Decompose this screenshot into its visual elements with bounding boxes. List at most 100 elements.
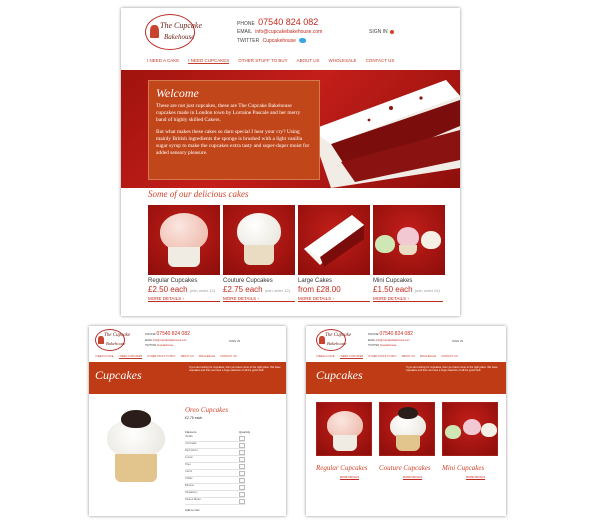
product-card-couture[interactable]: Couture Cupcakes £2.75 each (min order 1…: [223, 205, 295, 302]
nav-item-other[interactable]: OTHER STUFF TO BUY: [147, 355, 175, 359]
phone-label: PHONE: [145, 332, 156, 336]
more-details-link[interactable]: MORE DETAILS: [403, 476, 423, 480]
product-card-mini[interactable]: Mini Cupcakes £1.50 each (min order 24) …: [373, 205, 445, 302]
flavour-row: Red Velvet: [185, 449, 245, 456]
product-card-large[interactable]: Large Cakes from £28.00 MORE DETAILS ›: [298, 205, 370, 302]
site-logo[interactable]: The Cupcake Bakehouse: [316, 329, 351, 351]
more-details-link[interactable]: MORE DETAILS: [466, 476, 486, 480]
quantity-input[interactable]: [239, 436, 245, 441]
more-details-label[interactable]: MORE DETAILS: [373, 296, 406, 301]
site-logo[interactable]: The Cupcake Bakehouse: [145, 14, 202, 50]
flavour-name: Coffee: [185, 477, 193, 480]
nav-item-about[interactable]: ABOUT US: [297, 58, 320, 64]
email-link[interactable]: info@cupcakebakehouse.com: [153, 339, 187, 342]
twitter-label: TWITTER: [237, 38, 260, 44]
phone-number[interactable]: 07540 824 082: [258, 17, 318, 27]
signin-link[interactable]: SIGN IN: [369, 29, 395, 35]
nav-item-cake[interactable]: I NEED A CAKE: [95, 355, 114, 359]
nav-item-cake[interactable]: I NEED A CAKE: [316, 355, 335, 359]
site-logo[interactable]: The Cupcake Bakehouse: [95, 329, 130, 351]
nav-item-about[interactable]: ABOUT US: [181, 355, 194, 359]
more-details-link[interactable]: MORE DETAILS ›: [223, 296, 295, 302]
signin-label[interactable]: SIGN IN: [452, 339, 463, 343]
quantity-input[interactable]: [239, 457, 245, 462]
main-nav: I NEED A CAKE I NEED CUPCAKES OTHER STUF…: [147, 58, 394, 64]
product-card-regular[interactable]: Regular Cupcakes £2.50 each (min order 1…: [148, 205, 220, 302]
quantity-input[interactable]: [239, 450, 245, 455]
twitter-link[interactable]: Cupcakehouse: [263, 38, 296, 44]
phone-line: PHONE 07540 824 082: [368, 331, 413, 337]
nav-item-cupcakes[interactable]: I NEED CUPCAKES: [188, 58, 230, 64]
listing-image-mini[interactable]: [442, 402, 498, 456]
more-details-link[interactable]: MORE DETAILS ›: [373, 296, 443, 302]
listing-image-couture[interactable]: [379, 402, 435, 456]
listing-name: Couture Cupcakes: [379, 464, 431, 472]
nav-item-contact[interactable]: CONTACT US: [441, 355, 458, 359]
email-label: EMAIL: [368, 339, 376, 342]
signin-link[interactable]: SIGN IN: [452, 339, 463, 343]
listing-name: Regular Cupcakes: [316, 464, 368, 472]
logo-text-line2: Bakehouse: [327, 341, 347, 346]
nav-item-wholesale[interactable]: WHOLESALE: [199, 355, 215, 359]
twitter-link[interactable]: Cupcakehouse: [157, 344, 174, 347]
nav-item-wholesale[interactable]: WHOLESALE: [329, 58, 357, 64]
nav-item-cake[interactable]: I NEED A CAKE: [147, 58, 179, 64]
category-description: If you are looking for cupcakes, then yo…: [406, 366, 498, 373]
nav-item-other[interactable]: OTHER STUFF TO BUY: [368, 355, 396, 359]
twitter-bird-icon[interactable]: [299, 38, 307, 44]
product-image-regular[interactable]: [148, 205, 220, 275]
nav-item-other[interactable]: OTHER STUFF TO BUY: [238, 58, 287, 64]
twitter-link[interactable]: Cupcakehouse: [380, 344, 397, 347]
flavour-row: Carrot: [185, 470, 245, 477]
product-image-large[interactable]: [298, 205, 370, 275]
more-details-label[interactable]: MORE DETAILS: [148, 296, 181, 301]
more-details-link[interactable]: MORE DETAILS ›: [148, 296, 220, 302]
section-title-cakes: Some of our delicious cakes: [148, 189, 249, 199]
nav-item-contact[interactable]: CONTACT US: [220, 355, 237, 359]
oreo-cupcake-image: [95, 404, 177, 486]
quantity-label: Quantity: [239, 430, 251, 434]
quantity-input[interactable]: [239, 471, 245, 476]
category-title: Cupcakes: [316, 368, 363, 382]
more-details-label[interactable]: MORE DETAILS: [223, 296, 256, 301]
nav-item-cupcakes[interactable]: I NEED CUPCAKES: [118, 355, 143, 359]
signin-label[interactable]: SIGN IN: [369, 29, 388, 35]
product-image-mini[interactable]: [373, 205, 445, 275]
listing-card-couture[interactable]: Couture Cupcakes MORE DETAILS: [379, 402, 435, 502]
more-details-link[interactable]: MORE DETAILS ›: [298, 296, 370, 302]
more-details-label[interactable]: MORE DETAILS: [298, 296, 331, 301]
nav-item-wholesale[interactable]: WHOLESALE: [420, 355, 436, 359]
flavour-name: Strawberry: [185, 491, 198, 494]
phone-number[interactable]: 07540 824 082: [157, 331, 190, 337]
signin-link[interactable]: SIGN IN: [229, 339, 240, 343]
listing-name: Mini Cupcakes: [442, 464, 485, 472]
nav-item-about[interactable]: ABOUT US: [402, 355, 415, 359]
quantity-input[interactable]: [239, 443, 245, 448]
nav-item-contact[interactable]: CONTACT US: [366, 58, 395, 64]
arrow-right-icon: ›: [182, 296, 184, 301]
flavour-name: Oreo: [185, 463, 191, 466]
nav-item-cupcakes[interactable]: I NEED CUPCAKES: [339, 355, 364, 359]
product-price: £2.50 each (min order 12): [148, 285, 220, 294]
listing-image-regular[interactable]: [316, 402, 372, 456]
phone-label: PHONE: [368, 332, 379, 336]
signin-label[interactable]: SIGN IN: [229, 339, 240, 343]
listing-card-mini[interactable]: Mini Cupcakes MORE DETAILS: [442, 402, 498, 502]
logo-text-line2: Bakehouse: [106, 341, 126, 346]
more-details-link[interactable]: MORE DETAILS: [340, 476, 360, 480]
quantity-input[interactable]: [239, 499, 245, 504]
listing-card-regular[interactable]: Regular Cupcakes MORE DETAILS: [316, 402, 372, 502]
quantity-input[interactable]: [239, 464, 245, 469]
signin-arrow-icon: [390, 29, 395, 34]
phone-label: PHONE: [237, 21, 255, 27]
min-order: (min order 12): [264, 288, 290, 293]
email-link[interactable]: info@cupcakebakehouse.com: [255, 29, 322, 35]
add-to-cart-button[interactable]: Add to cart: [185, 508, 200, 512]
phone-number[interactable]: 07540 824 082: [380, 331, 413, 337]
email-link[interactable]: info@cupcakebakehouse.com: [376, 339, 410, 342]
quantity-input[interactable]: [239, 492, 245, 497]
product-page-screenshot: The Cupcake Bakehouse PHONE 07540 824 08…: [89, 326, 286, 516]
quantity-input[interactable]: [239, 485, 245, 490]
product-image-couture[interactable]: [223, 205, 295, 275]
quantity-input[interactable]: [239, 478, 245, 483]
